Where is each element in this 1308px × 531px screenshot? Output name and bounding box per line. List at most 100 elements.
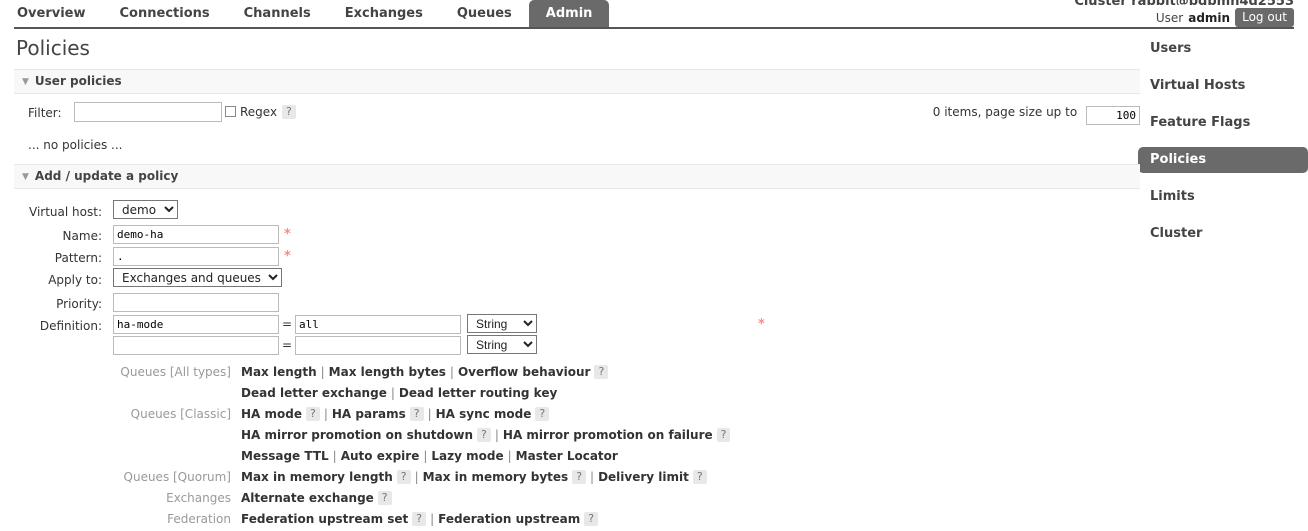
- hint-link-master-locator[interactable]: Master Locator: [516, 449, 618, 463]
- hint-link-max-in-memory-length[interactable]: Max in memory length: [241, 470, 393, 484]
- help-icon[interactable]: ?: [409, 407, 424, 421]
- help-icon[interactable]: ?: [377, 491, 392, 505]
- hint-link-federation-upstream-set[interactable]: Federation upstream set: [241, 512, 408, 526]
- apply-to-select[interactable]: Exchanges and queuesExchangesQueues: [113, 268, 282, 287]
- help-icon[interactable]: ?: [584, 512, 599, 526]
- help-icon[interactable]: ?: [305, 407, 320, 421]
- hint-links: Max in memory length? | Max in memory byte…: [241, 470, 707, 484]
- hint-link-ha-mirror-promotion-on-failure[interactable]: HA mirror promotion on failure: [503, 428, 713, 442]
- hint-row: HA mirror promotion on shutdown? | HA mirr…: [14, 426, 1140, 447]
- hint-link-dead-letter-routing-key[interactable]: Dead letter routing key: [399, 386, 557, 400]
- page-size-input[interactable]: [1086, 106, 1140, 125]
- definition-equals-label: =: [282, 317, 293, 331]
- paging-info: 0 items, page size up to: [933, 105, 1140, 125]
- help-icon[interactable]: ?: [716, 428, 731, 442]
- virtual-host-select[interactable]: demo: [113, 200, 178, 219]
- name-input[interactable]: [113, 225, 279, 244]
- hint-link-max-length[interactable]: Max length: [241, 365, 317, 379]
- hint-row: Message TTL | Auto expire | Lazy mode | Master…: [14, 447, 1140, 468]
- help-icon[interactable]: ?: [594, 365, 609, 379]
- cluster-name: Cluster rabbit@bdbmh4d2553: [1074, 0, 1294, 5]
- form-row-name: Name: *: [14, 225, 1140, 247]
- hint-separator: |: [332, 449, 337, 463]
- filter-input[interactable]: [74, 102, 222, 122]
- hint-link-ha-sync-mode[interactable]: HA sync mode: [436, 407, 532, 421]
- help-icon[interactable]: ?: [692, 470, 707, 484]
- definition-type-select[interactable]: StringNumberBooleanList: [467, 335, 537, 354]
- help-icon[interactable]: ?: [412, 512, 427, 526]
- definition-key-input[interactable]: [113, 336, 279, 355]
- nav-tab-channels[interactable]: Channels: [227, 0, 328, 28]
- hint-link-message-ttl[interactable]: Message TTL: [241, 449, 329, 463]
- sidebar-item-cluster[interactable]: Cluster: [1138, 221, 1308, 247]
- sidebar-item-policies[interactable]: Policies: [1138, 147, 1308, 173]
- sidebar-item-virtual-hosts[interactable]: Virtual Hosts: [1138, 73, 1308, 99]
- page-title: Policies: [16, 36, 90, 60]
- hint-separator: |: [494, 428, 499, 442]
- hint-link-overflow-behaviour[interactable]: Overflow behaviour: [458, 365, 591, 379]
- paging-text: 0 items, page size up to: [932, 105, 1078, 119]
- sidebar-item-users[interactable]: Users: [1138, 36, 1308, 62]
- required-marker-pattern: *: [284, 249, 291, 264]
- main-navigation: Overview Connections Channels Exchanges Queu…: [0, 0, 610, 28]
- regex-help-icon[interactable]: ?: [282, 105, 296, 119]
- hint-link-alternate-exchange[interactable]: Alternate exchange: [241, 491, 374, 505]
- main-content: Policies ▼ User policies Filter: Regex ? …: [14, 36, 1140, 531]
- sidebar-item-limits[interactable]: Limits: [1138, 184, 1308, 210]
- hint-separator: |: [414, 470, 419, 484]
- hint-separator: |: [390, 386, 395, 400]
- hint-link-delivery-limit[interactable]: Delivery limit: [598, 470, 689, 484]
- hint-row: Exchanges Alternate exchange?: [14, 489, 1140, 510]
- regex-checkbox[interactable]: [225, 106, 236, 117]
- nav-tab-queues[interactable]: Queues: [440, 0, 529, 28]
- form-row-pattern: Pattern: *: [14, 247, 1140, 269]
- hint-row: Queues [Quorum] Max in memory length? | Max…: [14, 468, 1140, 489]
- user-strip: User admin Log out: [1156, 8, 1294, 27]
- hint-link-ha-mode[interactable]: HA mode: [241, 407, 302, 421]
- definition-row: = StringNumberBooleanList: [14, 314, 1140, 336]
- user-name: admin: [1188, 10, 1231, 25]
- hint-row: Queues [All types] Max length | Max length …: [14, 363, 1140, 384]
- hint-separator: |: [507, 449, 512, 463]
- definition-value-input[interactable]: [295, 336, 461, 355]
- pattern-input[interactable]: [113, 247, 279, 266]
- hint-category-label: Queues [Classic]: [130, 407, 231, 421]
- help-icon[interactable]: ?: [572, 470, 587, 484]
- hint-link-max-length-bytes[interactable]: Max length bytes: [329, 365, 446, 379]
- hint-link-federation-upstream[interactable]: Federation upstream: [438, 512, 580, 526]
- help-icon[interactable]: ?: [396, 470, 411, 484]
- help-icon[interactable]: ?: [535, 407, 550, 421]
- hint-separator: |: [423, 449, 428, 463]
- hint-link-auto-expire[interactable]: Auto expire: [341, 449, 420, 463]
- hint-link-max-in-memory-bytes[interactable]: Max in memory bytes: [423, 470, 569, 484]
- regex-label[interactable]: Regex: [240, 105, 277, 119]
- section-header-user-policies[interactable]: ▼ User policies: [14, 69, 1140, 94]
- hint-link-lazy-mode[interactable]: Lazy mode: [431, 449, 503, 463]
- section-header-add-policy[interactable]: ▼ Add / update a policy: [14, 164, 1140, 189]
- definition-type-select[interactable]: StringNumberBooleanList: [467, 314, 537, 333]
- top-bar: Overview Connections Channels Exchanges Queu…: [0, 0, 1308, 30]
- nav-tab-admin[interactable]: Admin: [528, 0, 610, 28]
- form-row-virtual-host: Virtual host: demo: [14, 200, 1140, 225]
- definition-value-input[interactable]: [295, 315, 461, 334]
- sidebar-item-feature-flags[interactable]: Feature Flags: [1138, 110, 1308, 136]
- name-label: Name:: [62, 229, 102, 243]
- log-out-button[interactable]: Log out: [1235, 8, 1294, 27]
- hint-links: HA mirror promotion on shutdown? | HA mirr…: [241, 428, 731, 442]
- nav-tab-exchanges[interactable]: Exchanges: [328, 0, 440, 28]
- hint-links: Max length | Max length bytes | Overflow beh…: [241, 365, 609, 379]
- hint-link-dead-letter-exchange[interactable]: Dead letter exchange: [241, 386, 387, 400]
- hint-link-ha-mirror-promotion-on-shutdown[interactable]: HA mirror promotion on shutdown: [241, 428, 473, 442]
- section-label-user-policies: User policies: [34, 74, 122, 88]
- nav-tab-overview[interactable]: Overview: [0, 0, 103, 28]
- collapse-caret-icon: ▼: [22, 77, 29, 87]
- hint-link-ha-params[interactable]: HA params: [332, 407, 406, 421]
- help-icon[interactable]: ?: [477, 428, 491, 442]
- hint-category-label: Federation: [167, 512, 231, 526]
- priority-input[interactable]: [113, 293, 279, 312]
- definition-key-input[interactable]: [113, 315, 279, 334]
- nav-tab-connections[interactable]: Connections: [103, 0, 227, 28]
- nav-underline: [14, 27, 1294, 29]
- hint-separator: |: [590, 470, 595, 484]
- hint-links: Dead letter exchange | Dead letter routing…: [241, 386, 557, 400]
